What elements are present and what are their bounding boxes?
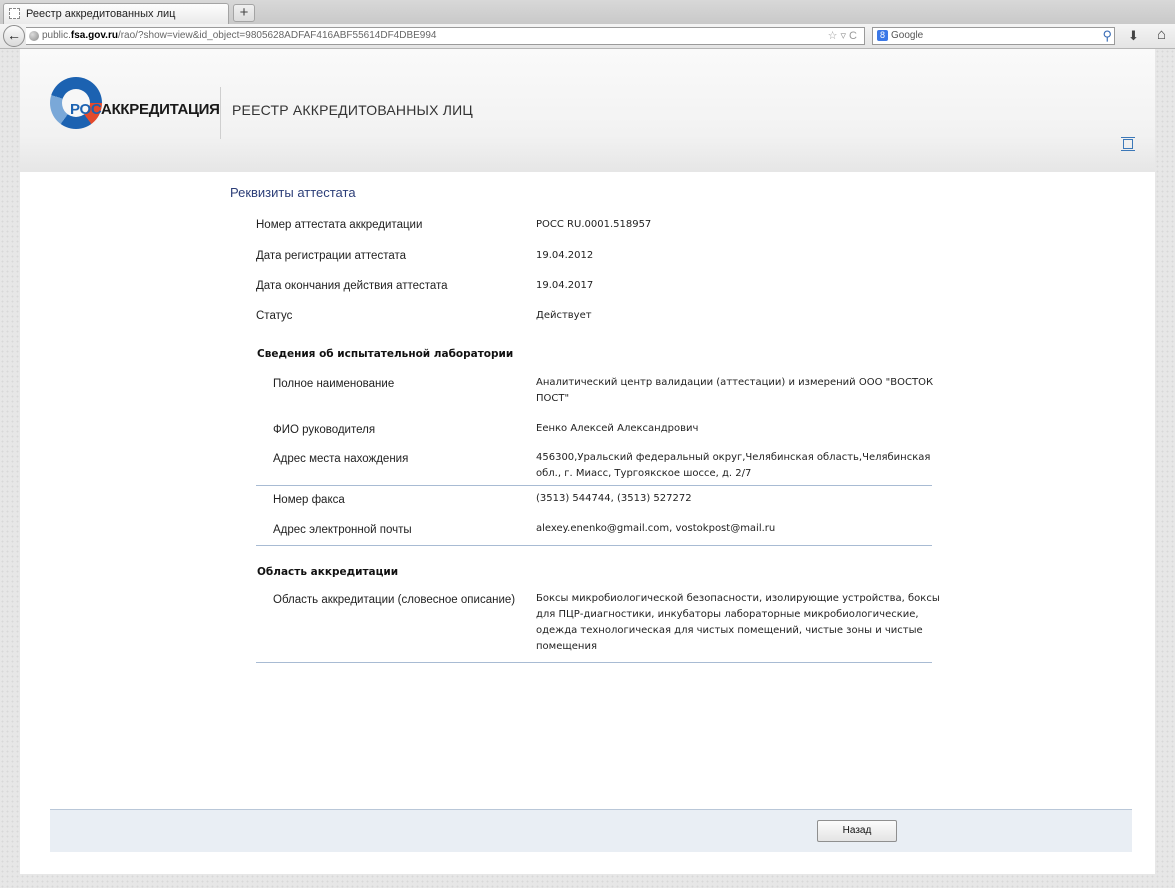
search-engine-icon[interactable]: 8 xyxy=(877,29,888,41)
search-icon[interactable]: ⚲ xyxy=(1102,28,1112,44)
browser-navbar: ← public.fsa.gov.ru/rao/?show=view&id_ob… xyxy=(0,24,1175,49)
url-prefix: public. xyxy=(42,30,71,41)
main-content: Реквизиты аттестата Номер аттестата аккр… xyxy=(20,172,1155,874)
divider xyxy=(256,485,932,486)
globe-icon xyxy=(29,31,39,41)
field-label: Дата окончания действия аттестата xyxy=(256,280,448,292)
address-bar[interactable]: public.fsa.gov.ru/rao/?show=view&id_obje… xyxy=(26,27,865,45)
site-header: РОСАККРЕДИТАЦИЯ РЕЕСТР АККРЕДИТОВАННЫХ Л… xyxy=(20,49,1155,172)
bookmark-star-icon[interactable]: ☆▿C xyxy=(828,28,860,44)
download-icon[interactable]: ⬇ xyxy=(1128,28,1139,44)
footer-bar: Назад xyxy=(50,809,1132,852)
browser-tab[interactable]: Реестр аккредитованных лиц xyxy=(3,3,229,24)
field-label: Область аккредитации (словесное описание… xyxy=(273,594,516,606)
status-value: Действует xyxy=(536,310,592,321)
page-title: Реквизиты аттестата xyxy=(230,185,356,200)
home-icon[interactable]: ⌂ xyxy=(1157,26,1166,43)
browser-back-button[interactable]: ← xyxy=(3,25,25,47)
url-host: fsa.gov.ru xyxy=(70,30,118,41)
header-divider xyxy=(220,87,221,139)
page-viewport: РОСАККРЕДИТАЦИЯ РЕЕСТР АККРЕДИТОВАННЫХ Л… xyxy=(0,49,1175,888)
new-tab-button[interactable]: + xyxy=(233,4,255,22)
search-engine-label: Google xyxy=(891,30,924,41)
field-value: 456300,Уральский федеральный округ,Челяб… xyxy=(536,452,931,479)
logo-text[interactable]: РОСАККРЕДИТАЦИЯ xyxy=(70,101,220,118)
search-box[interactable]: 8 Google ⚲ xyxy=(872,27,1115,45)
field-value: РОСС RU.0001.518957 xyxy=(536,219,652,230)
divider xyxy=(256,545,932,546)
site-title: РЕЕСТР АККРЕДИТОВАННЫХ ЛИЦ xyxy=(232,102,473,118)
field-label: Дата регистрации аттестата xyxy=(256,250,407,262)
field-value: 19.04.2012 xyxy=(536,250,594,261)
field-label: Номер аттестата аккредитации xyxy=(256,219,423,231)
field-value: 19.04.2017 xyxy=(536,280,594,291)
url-path: /rao/?show=view&id_object=9805628ADFAF41… xyxy=(117,30,437,41)
field-value: alexey.enenko@gmail.com, vostokpost@mail… xyxy=(536,523,776,534)
field-label: Полное наименование xyxy=(273,378,395,390)
field-value: Еенко Алексей Александрович xyxy=(536,423,699,434)
field-value: Боксы микробиологической безопасности, и… xyxy=(536,593,940,652)
field-label: ФИО руководителя xyxy=(273,424,376,436)
field-label: Адрес электронной почты xyxy=(273,524,412,536)
expand-icon[interactable] xyxy=(1121,137,1135,151)
lab-section-heading: Сведения об испытательной лаборатории xyxy=(257,348,514,360)
field-label: Адрес места нахождения xyxy=(273,453,409,465)
field-value: (3513) 544744, (3513) 527272 xyxy=(536,493,692,504)
browser-tabbar: Реестр аккредитованных лиц + xyxy=(0,0,1175,25)
scope-section-heading: Область аккредитации xyxy=(257,566,399,578)
field-label: Статус xyxy=(256,310,293,322)
tab-title: Реестр аккредитованных лиц xyxy=(26,8,176,20)
field-label: Номер факса xyxy=(273,494,345,506)
divider xyxy=(256,662,932,663)
field-value: Аналитический центр валидации (аттестаци… xyxy=(536,377,934,404)
back-button[interactable]: Назад xyxy=(817,820,897,842)
page-favicon-icon xyxy=(9,8,20,19)
